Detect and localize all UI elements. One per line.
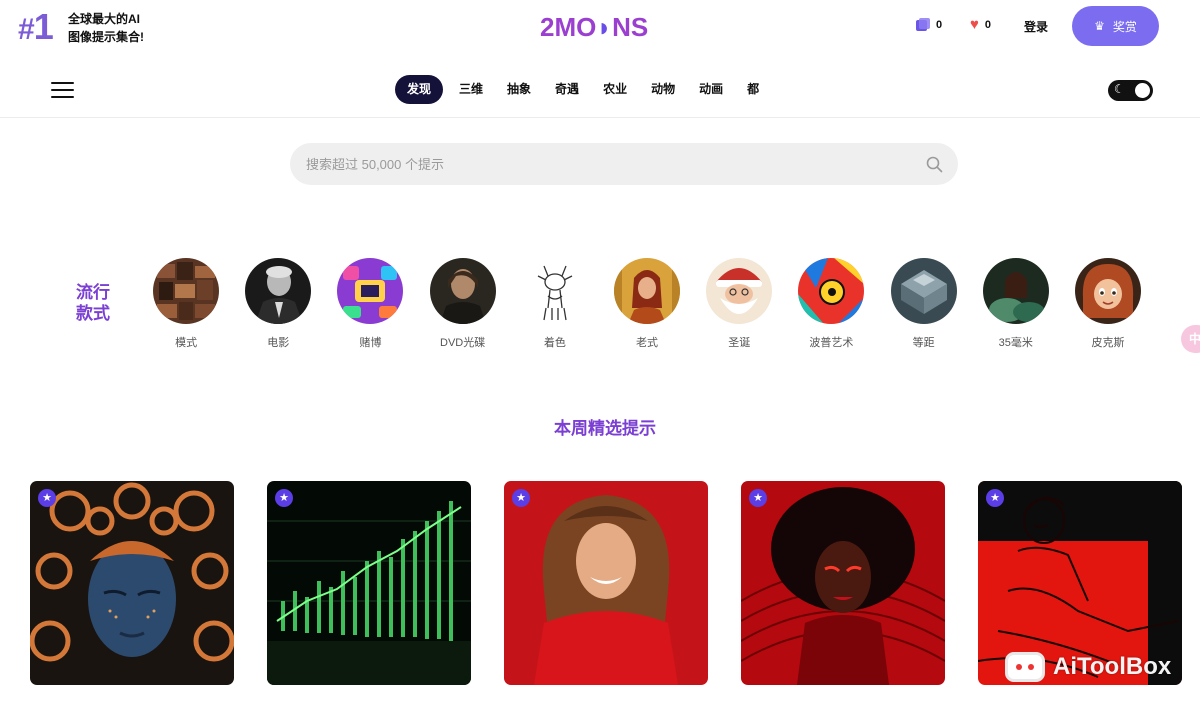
style-thumb-isometric	[890, 258, 957, 324]
toggle-knob	[1135, 83, 1150, 98]
style-label: 等距	[912, 337, 935, 349]
tagline-line-2: 图像提示集合!	[68, 30, 144, 44]
featured-star-icon: ★	[749, 489, 767, 507]
category-tabs: 发现 三维 抽象 奇遇 农业 动物 动画 都	[395, 75, 771, 104]
language-side-button[interactable]: 中	[1181, 325, 1200, 353]
style-item-gambling[interactable]: 赌博	[324, 258, 416, 350]
likes-count: 0	[984, 19, 992, 31]
style-item-dvd[interactable]: DVD光碟	[417, 258, 509, 350]
watermark: AiToolBox	[1005, 652, 1171, 682]
reward-button[interactable]: ♛ 奖赏	[1072, 6, 1159, 46]
style-label: 皮克斯	[1091, 337, 1125, 349]
robot-logo-icon	[1005, 652, 1045, 682]
tab-animals[interactable]: 动物	[639, 75, 687, 104]
style-label: 35毫米	[998, 337, 1033, 349]
style-label: 赌博	[359, 337, 382, 349]
tab-all[interactable]: 都	[735, 75, 771, 104]
reward-label: 奖赏	[1112, 19, 1137, 34]
style-label: 着色	[543, 337, 566, 349]
style-label: 电影	[267, 337, 290, 349]
featured-card-woman-afro[interactable]: ★	[741, 481, 945, 685]
watermark-text: AiToolBox	[1053, 653, 1172, 680]
logo-text-left: 2MO	[540, 12, 597, 42]
tagline-line-1: 全球最大的AI	[68, 12, 141, 26]
tab-agriculture[interactable]: 农业	[591, 75, 639, 104]
likes-counter[interactable]: ♥ 0	[970, 16, 992, 33]
rank-badge: #1	[18, 6, 54, 48]
tab-abstract[interactable]: 抽象	[495, 75, 543, 104]
style-item-pop-art[interactable]: 波普艺术	[785, 258, 877, 350]
style-item-pattern[interactable]: 模式	[140, 258, 232, 350]
style-list: 模式 电影 赌博 DVD光碟 着色 老式 圣诞 波普艺术 等距 35毫米 皮克斯	[140, 258, 1154, 350]
style-thumb-gambling	[337, 258, 404, 324]
side-pill-label: 中	[1189, 332, 1200, 346]
featured-star-icon: ★	[986, 489, 1004, 507]
prompts-count: 0	[936, 19, 943, 31]
prompts-counter[interactable]: 0	[916, 18, 942, 32]
logo-moon-icon: ◗	[596, 12, 613, 42]
popular-styles-label: 流行 款式	[73, 282, 113, 324]
tab-3d[interactable]: 三维	[447, 75, 495, 104]
login-link[interactable]: 登录	[1024, 18, 1048, 35]
style-item-vintage[interactable]: 老式	[601, 258, 693, 350]
style-thumb-coloring	[521, 258, 588, 324]
style-item-35mm[interactable]: 35毫米	[970, 258, 1062, 350]
featured-title: 本周精选提示	[554, 419, 656, 438]
style-item-pixar[interactable]: 皮克斯	[1062, 258, 1154, 350]
heart-icon: ♥	[970, 16, 979, 33]
style-thumb-vintage	[614, 258, 681, 324]
rank-hash: #	[18, 13, 35, 46]
style-thumb-pop-art	[798, 258, 865, 324]
rank-number: 1	[33, 6, 54, 47]
style-thumb-35mm	[982, 258, 1049, 324]
popular-label-line-1: 流行	[76, 283, 110, 302]
style-item-coloring[interactable]: 着色	[509, 258, 601, 350]
dark-mode-toggle[interactable]: ☾	[1108, 80, 1153, 101]
featured-card-ornate-face[interactable]: ★	[30, 481, 234, 685]
header-divider	[0, 117, 1200, 118]
search-bar	[290, 143, 958, 185]
style-thumb-pixar	[1074, 258, 1141, 324]
style-item-isometric[interactable]: 等距	[878, 258, 970, 350]
featured-star-icon: ★	[275, 489, 293, 507]
style-label: 老式	[636, 337, 659, 349]
moon-icon: ☾	[1114, 82, 1125, 96]
tagline: 全球最大的AI 图像提示集合!	[68, 10, 144, 46]
search-icon[interactable]	[926, 156, 943, 173]
style-label: 模式	[175, 337, 198, 349]
style-thumb-christmas	[706, 258, 773, 324]
style-thumb-movie	[245, 258, 312, 324]
logo-text-right: NS	[612, 12, 649, 42]
crown-icon: ♛	[1094, 19, 1105, 33]
tab-adventure[interactable]: 奇遇	[543, 75, 591, 104]
style-thumb-dvd	[429, 258, 496, 324]
featured-star-icon: ★	[38, 489, 56, 507]
site-logo[interactable]: 2MO◗NS	[540, 12, 648, 43]
featured-card-smiling-woman[interactable]: ★	[504, 481, 708, 685]
popular-label-line-2: 款式	[76, 304, 110, 323]
style-label: 圣诞	[728, 337, 751, 349]
tab-discover[interactable]: 发现	[395, 75, 444, 104]
style-label: 波普艺术	[809, 337, 854, 349]
style-label: DVD光碟	[440, 337, 486, 349]
style-item-movie[interactable]: 电影	[232, 258, 324, 350]
featured-star-icon: ★	[512, 489, 530, 507]
style-thumb-pattern	[153, 258, 220, 324]
style-item-christmas[interactable]: 圣诞	[693, 258, 785, 350]
hamburger-menu-icon[interactable]	[51, 80, 74, 98]
search-input[interactable]	[306, 143, 906, 185]
featured-card-stock-chart[interactable]: ★	[267, 481, 471, 685]
tab-animation[interactable]: 动画	[687, 75, 735, 104]
prompts-stack-icon	[916, 18, 930, 32]
